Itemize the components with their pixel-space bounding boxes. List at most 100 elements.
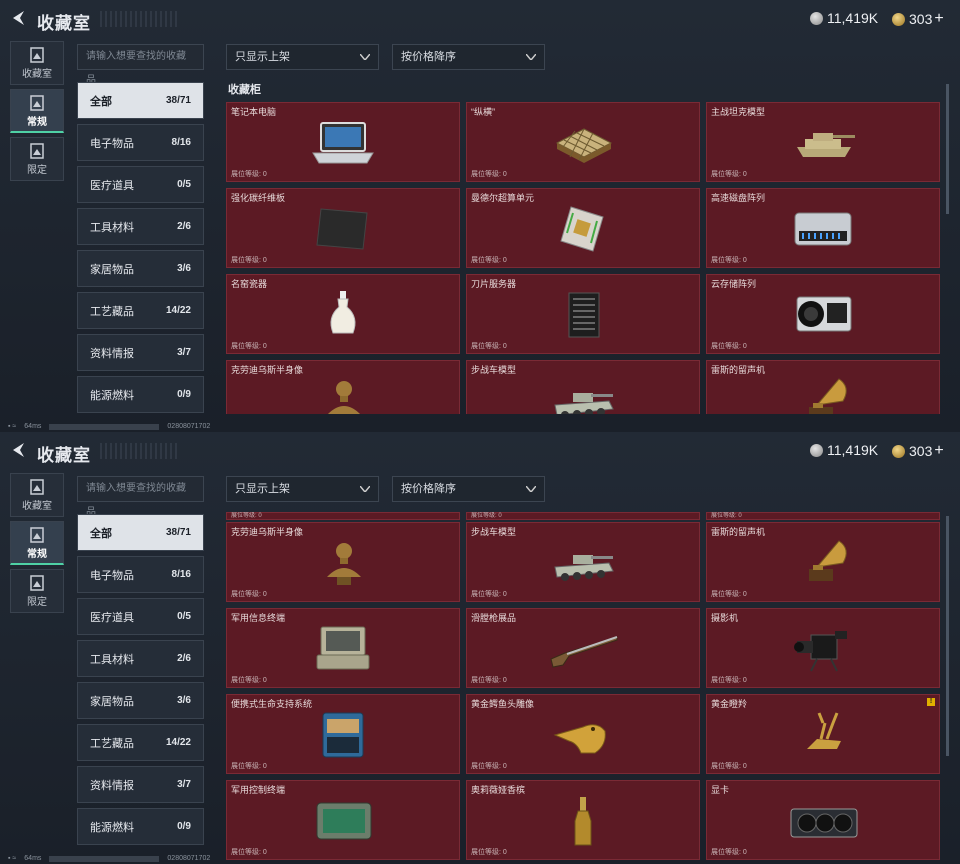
collection-item-card[interactable]: 云存储阵列 展位等级: 0 [706,274,940,354]
category-4[interactable]: 家居物品 3/6 [77,682,204,719]
collection-item-card[interactable]: 滑膛枪展品 展位等级: 0 [466,608,700,688]
collection-item-card[interactable]: 强化碳纤维板 展位等级: 0 [226,188,460,268]
search-input[interactable]: 请输入想要查找的收藏品 [77,44,204,86]
collection-item-card[interactable]: 奥莉薇娅香槟 展位等级: 0 [466,780,700,860]
category-count: 3/7 [177,779,191,790]
limited-icon [30,575,44,591]
back-arrow-icon[interactable] [10,9,28,27]
gpu-icon [790,808,858,838]
category-1[interactable]: 电子物品 8/16 [77,124,204,161]
collection-item-card[interactable]: 克劳迪乌斯半身像展位等级: 0 [226,360,460,414]
category-1[interactable]: 电子物品 8/16 [77,556,204,593]
sidebar-tab-2[interactable]: 常规 [10,89,64,133]
gold-currency[interactable]: 303 + [892,10,944,28]
category-4[interactable]: 家居物品 3/6 [77,250,204,287]
gold-currency[interactable]: 303 + [892,442,944,460]
sidebar-tab-1[interactable]: 收藏室 [10,41,64,85]
chessboard-icon [555,128,613,163]
collection-item-card[interactable]: 主战坦克模型 展位等级: 0 [706,102,940,182]
sort-dropdown[interactable]: 按价格降序 [392,476,545,502]
item-grid: 展位等级: 0 展位等级: 0 展位等级: 0 克劳迪乌斯半身像 展位等级: 0 步战车模… [226,512,942,864]
category-5[interactable]: 工艺藏品 14/22 [77,724,204,761]
collection-item-card[interactable]: 黄金瞪羚! 展位等级: 0 [706,694,940,774]
sidebar-tab-2[interactable]: 常规 [10,521,64,565]
wifi-icon: ▪ ≈ [8,423,17,430]
chevron-down-icon [360,54,370,60]
category-6[interactable]: 资料情报 3/7 [77,766,204,803]
chevron-down-icon [526,486,536,492]
level-label: 展位等级: 0 [231,513,262,519]
tank-icon [797,133,855,157]
collection-item-card[interactable]: 雷斯的留声机展位等级: 0 [706,360,940,414]
silver-currency: 11,419K [810,442,878,458]
sidebar-tab-3[interactable]: 限定 [10,569,64,613]
collection-item-card[interactable]: 笔记本电脑 展位等级: 0 [226,102,460,182]
collection-item-card[interactable]: 名窑瓷器 展位等级: 0 [226,274,460,354]
scrollbar[interactable] [946,516,949,756]
bust-icon [327,543,361,585]
category-7[interactable]: 能源燃料 0/9 [77,808,204,845]
page-title: 收藏室 [37,446,91,465]
category-3[interactable]: 工具材料 2/6 [77,640,204,677]
control-terminal-icon [316,802,372,840]
camera-icon [794,631,847,672]
add-currency-button[interactable]: + [934,10,943,28]
collection-panel-2: 收藏室 11,419K 303 + 收藏室 常规 限定 请输入想要查找的收藏品 只显示上架 按价格… [0,432,960,864]
availability-dropdown[interactable]: 只显示上架 [226,44,379,70]
chevron-down-icon [360,486,370,492]
back-arrow-icon[interactable] [10,441,28,459]
collection-item-card[interactable]: 曼德尔超算单元 展位等级: 0 [466,188,700,268]
collection-item-card[interactable]: 摄影机 展位等级: 0 [706,608,940,688]
collection-item-card[interactable]: 黄金鳄鱼头雕像 展位等级: 0 [466,694,700,774]
collection-item-card[interactable]: 雷斯的留声机展位等级: 0 [706,522,940,602]
category-6[interactable]: 资料情报 3/7 [77,334,204,371]
category-5[interactable]: 工艺藏品 14/22 [77,292,204,329]
partial-card: 展位等级: 0 [226,512,460,520]
availability-dropdown[interactable]: 只显示上架 [226,476,379,502]
item-name: 黄金鳄鱼头雕像 [471,699,535,709]
sidebar-tab-label: 限定 [27,165,47,176]
category-label: 资料情报 [90,347,134,360]
category-count: 0/9 [177,821,191,832]
category-0[interactable]: 全部 38/71 [77,514,204,551]
redacted-id [49,423,160,430]
vase-icon [330,291,356,334]
category-2[interactable]: 医疗道具 0/5 [77,598,204,635]
add-currency-button[interactable]: + [934,442,943,460]
category-label: 资料情报 [90,779,134,792]
collection-item-card[interactable]: 步战车模型展位等级: 0 [466,360,700,414]
category-label: 工具材料 [90,653,134,666]
level-label: 展位等级: 0 [711,513,742,519]
collection-item-card[interactable]: 显卡 展位等级: 0 [706,780,940,860]
category-2[interactable]: 医疗道具 0/5 [77,166,204,203]
category-7[interactable]: 能源燃料 0/9 [77,376,204,413]
item-name: 主战坦克模型 [711,107,766,117]
item-name: 曼德尔超算单元 [471,193,535,203]
collection-item-card[interactable]: 军用信息终端 展位等级: 0 [226,608,460,688]
alert-badge: ! [927,698,935,706]
circuit-board-icon [560,206,604,252]
collection-item-card[interactable]: “纵横” 展位等级: 0 [466,102,700,182]
level-label: 展位等级: 0 [711,849,747,856]
category-0[interactable]: 全部 38/71 [77,82,204,119]
collection-item-card[interactable]: 便携式生命支持系统 展位等级: 0 [226,694,460,774]
collection-item-card[interactable]: 军用控制终端 展位等级: 0 [226,780,460,860]
partial-card: 展位等级: 0 [466,512,700,520]
scrollbar[interactable] [946,84,949,214]
gold-coin-icon [892,12,905,26]
item-name: 步战车模型 [471,527,517,537]
item-grid: 笔记本电脑 展位等级: 0 “纵横” 展位等级: 0 主战坦克模型 展位等级: 0 强化碳纤… [226,102,942,414]
sort-dropdown[interactable]: 按价格降序 [392,44,545,70]
collection-item-card[interactable]: 高速磁盘阵列 展位等级: 0 [706,188,940,268]
level-label: 展位等级: 0 [711,171,747,178]
sidebar-tab-1[interactable]: 收藏室 [10,473,64,517]
collection-item-card[interactable]: 刀片服务器 展位等级: 0 [466,274,700,354]
category-3[interactable]: 工具材料 2/6 [77,208,204,245]
search-input[interactable]: 请输入想要查找的收藏品 [77,476,204,518]
collection-item-card[interactable]: 步战车模型展位等级: 0 [466,522,700,602]
collection-item-card[interactable]: 克劳迪乌斯半身像展位等级: 0 [226,522,460,602]
disk-array-icon [794,212,852,246]
cabinet-heading: 收藏柜 [228,84,261,96]
sidebar-tab-3[interactable]: 限定 [10,137,64,181]
gold-amount: 303 [909,11,933,27]
